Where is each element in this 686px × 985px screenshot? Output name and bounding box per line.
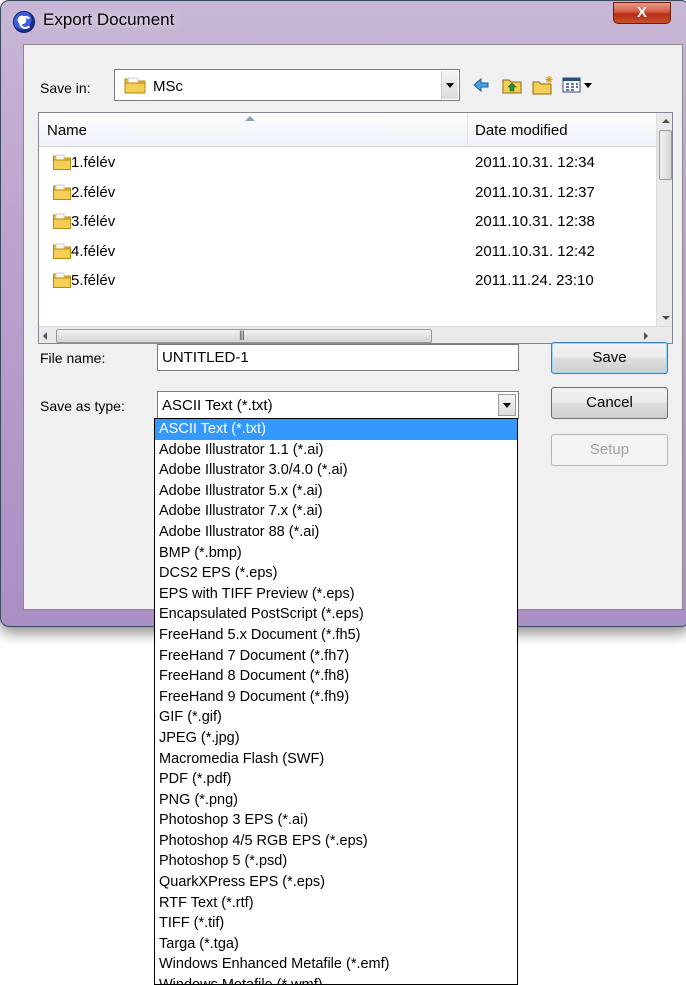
type-option[interactable]: QuarkXPress EPS (*.eps) bbox=[155, 872, 517, 893]
save-as-type-value: ASCII Text (*.txt) bbox=[162, 397, 273, 414]
type-option[interactable]: FreeHand 5.x Document (*.fh5) bbox=[155, 625, 517, 646]
save-as-type-dropdown-list[interactable]: ASCII Text (*.txt) Adobe Illustrator 1.1 … bbox=[154, 418, 518, 985]
save-in-value: MSc bbox=[153, 78, 183, 95]
folder-icon bbox=[53, 184, 71, 200]
vertical-scroll-thumb[interactable] bbox=[659, 130, 672, 180]
type-option[interactable]: GIF (*.gif) bbox=[155, 707, 517, 728]
vertical-scrollbar[interactable] bbox=[656, 113, 672, 326]
type-option[interactable]: FreeHand 8 Document (*.fh8) bbox=[155, 666, 517, 687]
file-row[interactable]: 2.félév 2011.10.31. 12:37 bbox=[39, 179, 656, 208]
sort-ascending-icon bbox=[245, 116, 255, 121]
file-list[interactable]: Name Date modified 1.félév 2011.10.31. 12… bbox=[38, 112, 673, 344]
type-option[interactable]: FreeHand 7 Document (*.fh7) bbox=[155, 646, 517, 667]
type-option[interactable]: Windows Metafile (*.wmf) bbox=[155, 975, 517, 984]
column-header-date-modified[interactable]: Date modified bbox=[475, 122, 568, 139]
save-as-type-select[interactable]: ASCII Text (*.txt) bbox=[157, 391, 519, 419]
file-name-label: File name: bbox=[40, 350, 106, 366]
type-option[interactable]: Adobe Illustrator 88 (*.ai) bbox=[155, 522, 517, 543]
file-date-modified: 2011.10.31. 12:34 bbox=[475, 154, 595, 171]
type-option[interactable]: ASCII Text (*.txt) bbox=[155, 419, 517, 440]
type-option[interactable]: Photoshop 4/5 RGB EPS (*.eps) bbox=[155, 831, 517, 852]
type-option[interactable]: EPS with TIFF Preview (*.eps) bbox=[155, 584, 517, 605]
title-bar[interactable]: Export Document X bbox=[1, 1, 686, 39]
cancel-button[interactable]: Cancel bbox=[551, 387, 668, 419]
save-as-type-label: Save as type: bbox=[40, 398, 125, 414]
folder-icon bbox=[53, 154, 71, 170]
save-button[interactable]: Save bbox=[551, 342, 668, 374]
type-option[interactable]: Encapsulated PostScript (*.eps) bbox=[155, 604, 517, 625]
type-option[interactable]: Targa (*.tga) bbox=[155, 934, 517, 955]
close-button[interactable]: X bbox=[613, 2, 671, 24]
grip-icon: ||| bbox=[239, 330, 245, 341]
type-option[interactable]: PNG (*.png) bbox=[155, 790, 517, 811]
file-date-modified: 2011.10.31. 12:38 bbox=[475, 213, 595, 230]
chevron-down-icon[interactable] bbox=[441, 71, 458, 99]
app-icon bbox=[13, 11, 35, 33]
save-in-combo[interactable]: MSc bbox=[114, 69, 460, 101]
chevron-down-icon[interactable] bbox=[498, 394, 516, 416]
type-option[interactable]: TIFF (*.tif) bbox=[155, 913, 517, 934]
type-option[interactable]: JPEG (*.jpg) bbox=[155, 728, 517, 749]
file-date-modified: 2011.10.31. 12:37 bbox=[475, 183, 595, 201]
type-option[interactable]: Macromedia Flash (SWF) bbox=[155, 749, 517, 770]
file-row[interactable]: 3.félév 2011.10.31. 12:38 bbox=[39, 208, 656, 237]
scroll-down-icon[interactable] bbox=[657, 309, 672, 326]
window-title: Export Document bbox=[43, 10, 175, 29]
folder-icon bbox=[53, 272, 71, 288]
scroll-left-icon[interactable] bbox=[43, 332, 47, 340]
column-header-name[interactable]: Name bbox=[47, 122, 87, 139]
scroll-right-icon[interactable] bbox=[644, 332, 648, 340]
file-row[interactable]: 4.félév 2011.10.31. 12:42 bbox=[39, 238, 656, 267]
folder-icon bbox=[53, 243, 71, 259]
setup-button[interactable]: Setup bbox=[551, 434, 668, 466]
folder-icon bbox=[53, 213, 71, 229]
up-folder-icon[interactable] bbox=[502, 75, 522, 95]
view-menu-icon[interactable] bbox=[562, 75, 602, 95]
type-option[interactable]: Adobe Illustrator 7.x (*.ai) bbox=[155, 501, 517, 522]
scroll-up-icon[interactable] bbox=[657, 113, 672, 130]
file-row[interactable]: 5.félév 2011.11.24. 23:10 bbox=[39, 267, 656, 296]
type-option[interactable]: Windows Enhanced Metafile (*.emf) bbox=[155, 954, 517, 975]
type-option[interactable]: BMP (*.bmp) bbox=[155, 543, 517, 564]
type-option[interactable]: DCS2 EPS (*.eps) bbox=[155, 563, 517, 584]
file-name: 4.félév bbox=[71, 242, 116, 260]
type-option[interactable]: Adobe Illustrator 3.0/4.0 (*.ai) bbox=[155, 460, 517, 481]
type-option[interactable]: FreeHand 9 Document (*.fh9) bbox=[155, 687, 517, 708]
file-name: 2.félév bbox=[71, 183, 116, 201]
save-in-label: Save in: bbox=[40, 80, 91, 96]
type-option[interactable]: Adobe Illustrator 1.1 (*.ai) bbox=[155, 440, 517, 461]
horizontal-scroll-thumb[interactable]: ||| bbox=[56, 329, 432, 343]
file-row[interactable]: 1.félév 2011.10.31. 12:34 bbox=[39, 149, 656, 178]
file-date-modified: 2011.11.24. 23:10 bbox=[475, 272, 594, 289]
type-option[interactable]: Photoshop 5 (*.psd) bbox=[155, 851, 517, 872]
type-option[interactable]: Adobe Illustrator 5.x (*.ai) bbox=[155, 481, 517, 502]
file-name-input[interactable] bbox=[157, 344, 519, 371]
type-option[interactable]: Photoshop 3 EPS (*.ai) bbox=[155, 810, 517, 831]
type-option[interactable]: RTF Text (*.rtf) bbox=[155, 893, 517, 914]
new-folder-icon[interactable] bbox=[532, 75, 554, 95]
back-arrow-icon[interactable] bbox=[472, 75, 490, 95]
file-name: 3.félév bbox=[71, 213, 116, 230]
file-name: 5.félév bbox=[71, 272, 116, 289]
folder-icon bbox=[124, 77, 146, 94]
list-header: Name Date modified bbox=[39, 113, 656, 147]
type-option[interactable]: PDF (*.pdf) bbox=[155, 769, 517, 790]
column-divider[interactable] bbox=[467, 113, 468, 147]
file-name: 1.félév bbox=[71, 154, 116, 171]
file-date-modified: 2011.10.31. 12:42 bbox=[475, 242, 595, 260]
